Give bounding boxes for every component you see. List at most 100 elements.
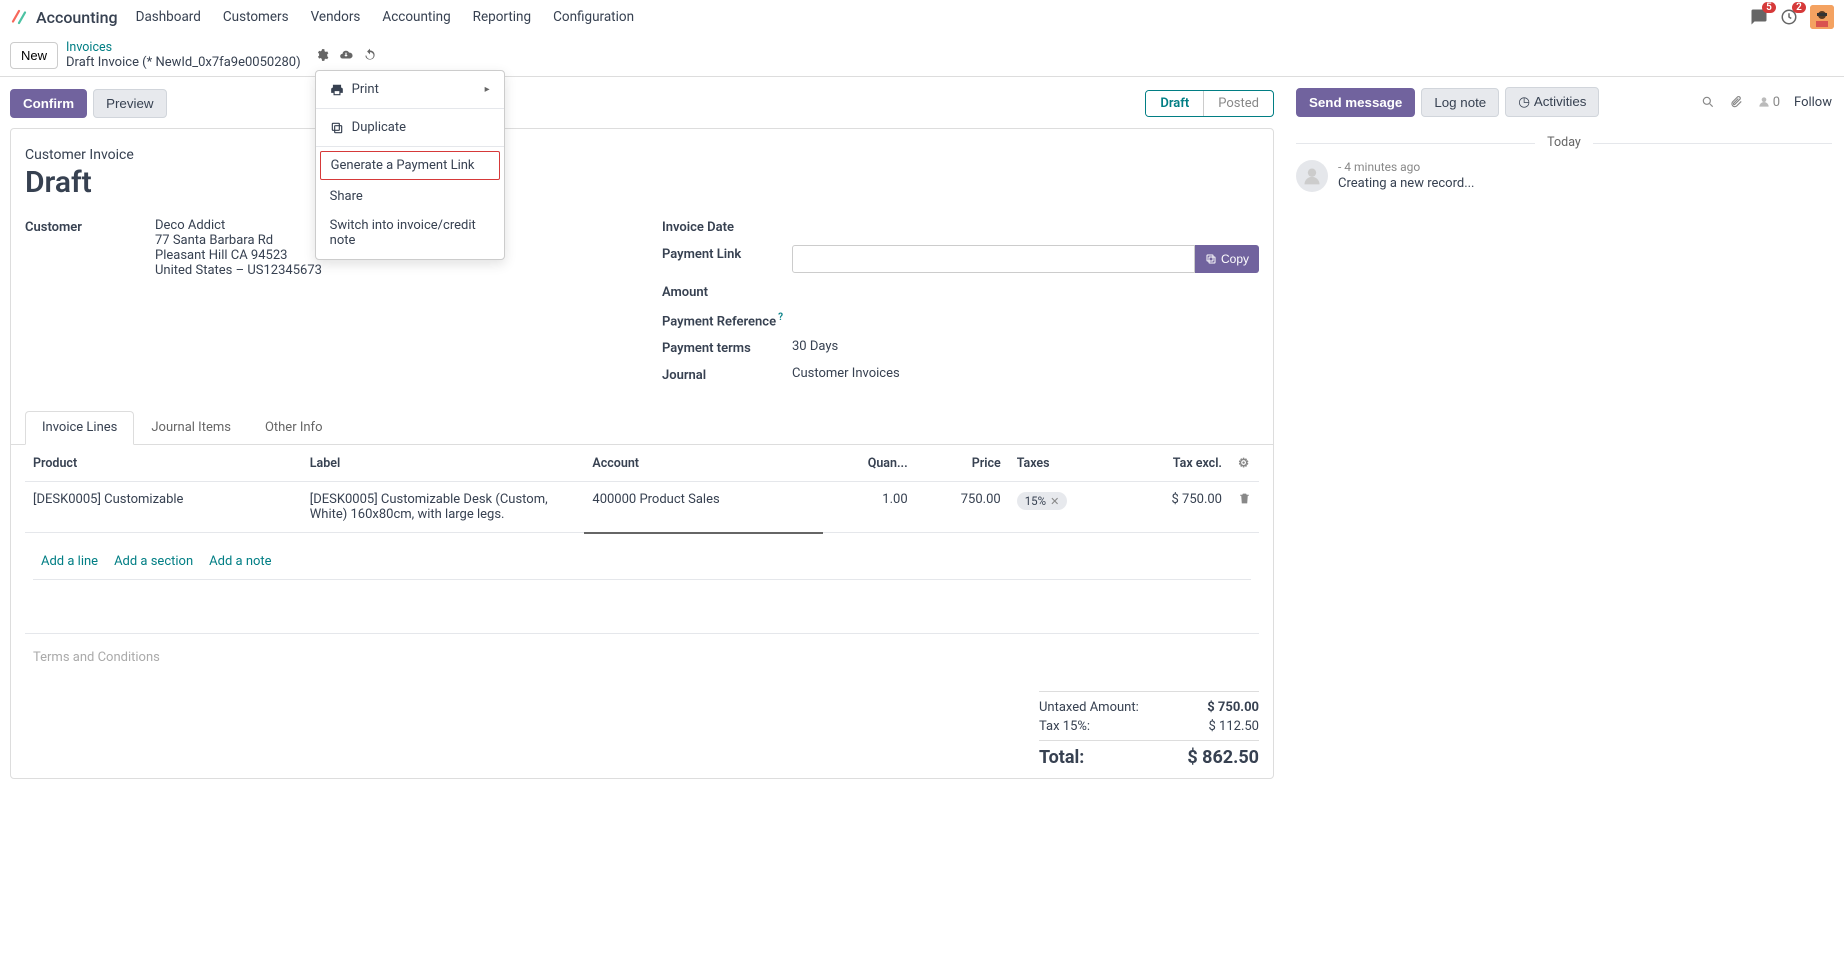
topbar: Accounting Dashboard Customers Vendors A… [0,0,1844,34]
total-label: Total: [1039,747,1084,768]
tax-chip-label: 15% [1025,494,1046,508]
th-taxexcl: Tax excl. [1119,445,1230,482]
new-button[interactable]: New [10,42,58,69]
payment-terms-field[interactable]: 30 Days [792,339,838,354]
empty-row [25,590,1259,634]
breadcrumbs: Invoices Draft Invoice (* NewId_0x7fa9e0… [66,40,301,70]
th-account: Account [584,445,822,482]
message-avatar [1296,160,1328,192]
label-payment-link: Payment Link [662,245,792,262]
followers-icon[interactable]: 0 [1757,95,1780,110]
label-journal: Journal [662,366,792,383]
menu-switch-invoice[interactable]: Switch into invoice/credit note [316,211,504,255]
tab-other-info[interactable]: Other Info [248,411,340,444]
message-body: Creating a new record... [1338,176,1475,191]
log-note-button[interactable]: Log note [1421,88,1499,117]
th-price: Price [916,445,1009,482]
clock-icon[interactable]: 2 [1780,8,1798,26]
menu-duplicate[interactable]: Duplicate [316,113,504,142]
customer-name: Deco Addict [155,218,322,233]
status-posted[interactable]: Posted [1203,91,1273,116]
control-bar: New Invoices Draft Invoice (* NewId_0x7f… [0,34,1844,76]
nav-menu: Dashboard Customers Vendors Accounting R… [136,9,634,25]
cell-taxes[interactable]: 15% ✕ [1009,482,1120,533]
menu-genlink-label: Generate a Payment Link [331,158,475,173]
activities-button[interactable]: ◷Activities [1505,87,1599,117]
user-avatar[interactable] [1810,5,1834,29]
chat-icon[interactable]: 5 [1750,8,1768,26]
th-taxes: Taxes [1009,445,1120,482]
chat-badge: 5 [1762,2,1776,13]
discard-icon[interactable] [363,48,377,62]
untaxed-value: $ 750.00 [1207,700,1259,715]
doc-subtitle: Customer Invoice [25,147,1259,163]
copy-button[interactable]: Copy [1195,245,1259,273]
message-meta: - 4 minutes ago [1338,160,1475,174]
preview-button[interactable]: Preview [93,89,166,118]
cell-label[interactable]: [DESK0005] Customizable Desk (Custom, Wh… [302,482,585,533]
label-payment-ref: Payment Reference? [662,310,792,329]
menu-switch-label: Switch into invoice/credit note [330,218,490,248]
duplicate-icon [330,121,344,135]
tab-journal-items[interactable]: Journal Items [134,411,248,444]
label-invoice-date: Invoice Date [662,218,792,235]
table-row[interactable]: [DESK0005] Customizable [DESK0005] Custo… [25,482,1259,533]
columns-settings-icon[interactable]: ⚙ [1238,456,1249,471]
th-settings[interactable]: ⚙ [1230,445,1259,482]
search-icon[interactable] [1701,95,1715,109]
label-payment-terms: Payment terms [662,339,792,356]
chatter-panel: Send message Log note ◷Activities 0 Foll… [1284,77,1844,791]
cell-account[interactable]: 400000 Product Sales [584,482,822,533]
chatter-separator: Today [1296,135,1832,150]
cell-price[interactable]: 750.00 [916,482,1009,533]
main-panel: Confirm Preview Draft Posted Customer In… [0,77,1284,791]
status-draft[interactable]: Draft [1146,91,1203,116]
cell-qty[interactable]: 1.00 [823,482,916,533]
customer-addr1: 77 Santa Barbara Rd [155,233,322,248]
help-icon[interactable]: ? [778,312,783,323]
nav-accounting[interactable]: Accounting [382,9,450,25]
chatter-message: - 4 minutes ago Creating a new record... [1296,160,1832,192]
menu-print-label: Print [352,82,379,97]
confirm-button[interactable]: Confirm [10,89,87,118]
send-message-button[interactable]: Send message [1296,88,1415,117]
follow-button[interactable]: Follow [1794,95,1832,110]
payment-link-input[interactable] [792,245,1195,273]
menu-generate-payment-link[interactable]: Generate a Payment Link [320,151,500,180]
menu-duplicate-label: Duplicate [352,120,406,135]
invoice-lines-table: Product Label Account Quan... Price Taxe… [25,445,1259,634]
nav-reporting[interactable]: Reporting [473,9,531,25]
invoice-card: Customer Invoice Draft Customer Deco Add… [10,128,1274,779]
terms-field[interactable]: Terms and Conditions [25,634,1259,681]
attachment-icon[interactable] [1729,95,1743,109]
add-line-link[interactable]: Add a line [41,554,98,569]
gear-icon[interactable] [315,48,329,62]
cell-product[interactable]: [DESK0005] Customizable [25,482,302,533]
tax-label: Tax 15%: [1039,719,1090,734]
label-customer: Customer [25,218,155,235]
tax-remove-icon[interactable]: ✕ [1050,495,1059,508]
add-note-link[interactable]: Add a note [209,554,271,569]
statusbar: Draft Posted [1145,90,1274,117]
add-section-link[interactable]: Add a section [114,554,193,569]
tax-value: $ 112.50 [1209,719,1260,734]
cloud-save-icon[interactable] [339,48,353,62]
customer-value[interactable]: Deco Addict 77 Santa Barbara Rd Pleasant… [155,218,322,278]
tabs: Invoice Lines Journal Items Other Info [11,411,1273,445]
nav-vendors[interactable]: Vendors [311,9,361,25]
nav-dashboard[interactable]: Dashboard [136,9,201,25]
th-qty: Quan... [823,445,916,482]
delete-row-icon[interactable] [1238,492,1251,505]
gear-dropdown: Print ▸ Duplicate Generate a Payment Lin… [315,70,505,260]
totals: Untaxed Amount: $ 750.00 Tax 15%: $ 112.… [25,691,1259,770]
journal-field[interactable]: Customer Invoices [792,366,900,381]
tab-invoice-lines[interactable]: Invoice Lines [25,411,134,445]
menu-print[interactable]: Print ▸ [316,75,504,104]
nav-configuration[interactable]: Configuration [553,9,634,25]
copy-label: Copy [1221,252,1249,266]
breadcrumb-invoices[interactable]: Invoices [66,40,301,55]
menu-share[interactable]: Share [316,182,504,211]
customer-addr3: United States – US12345673 [155,263,322,278]
nav-customers[interactable]: Customers [223,9,289,25]
untaxed-label: Untaxed Amount: [1039,700,1139,715]
